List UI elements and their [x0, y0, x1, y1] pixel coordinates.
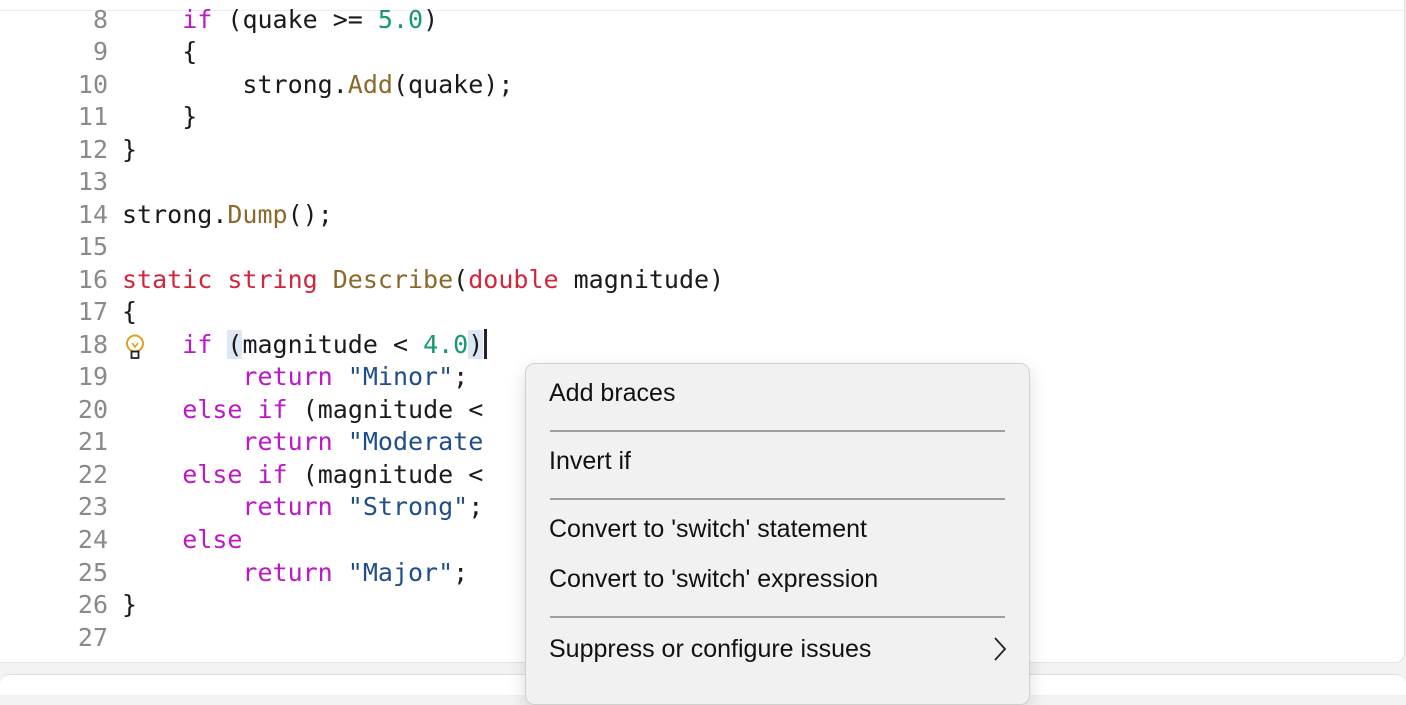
- code-line-13[interactable]: 13: [0, 166, 1404, 198]
- line-number: 21: [77, 427, 108, 456]
- line-code[interactable]: else if (magnitude <: [122, 394, 483, 426]
- line-number: 9: [92, 37, 108, 66]
- line-code[interactable]: {: [122, 296, 137, 328]
- line-code[interactable]: return "Strong";: [122, 491, 483, 523]
- menu-separator: [550, 616, 1005, 618]
- line-number: 18: [77, 330, 108, 359]
- line-code[interactable]: if (magnitude < 4.0): [122, 329, 488, 361]
- line-code[interactable]: }: [122, 101, 197, 133]
- menu-item-suppress-configure[interactable]: Suppress or configure issues: [549, 629, 1007, 669]
- line-number: 14: [77, 200, 108, 229]
- code-line-12[interactable]: 12 }: [0, 134, 1404, 166]
- line-code[interactable]: else: [122, 524, 242, 556]
- line-code[interactable]: }: [122, 589, 137, 621]
- line-code[interactable]: {: [122, 36, 197, 68]
- line-code[interactable]: }: [122, 134, 137, 166]
- quick-actions-menu: Add braces Invert if Convert to 'switch'…: [525, 363, 1030, 705]
- menu-item-add-braces[interactable]: Add braces: [549, 373, 1007, 413]
- code-line-10[interactable]: 10 strong.Add(quake);: [0, 69, 1404, 101]
- menu-item-convert-switch-statement[interactable]: Convert to 'switch' statement: [549, 509, 1007, 549]
- line-number: 23: [77, 492, 108, 521]
- line-number: 10: [77, 70, 108, 99]
- line-code[interactable]: return "Major";: [122, 557, 468, 589]
- line-number: 22: [77, 460, 108, 489]
- line-number: 15: [77, 232, 108, 261]
- line-number: 27: [77, 623, 108, 652]
- menu-item-convert-switch-expression[interactable]: Convert to 'switch' expression: [549, 559, 1007, 599]
- line-code[interactable]: static string Describe(double magnitude): [122, 264, 724, 296]
- code-line-17[interactable]: 17 {: [0, 296, 1404, 328]
- chevron-right-icon: [994, 637, 1007, 661]
- line-number: 19: [77, 362, 108, 391]
- line-number: 16: [77, 265, 108, 294]
- menu-separator: [550, 498, 1005, 500]
- line-code[interactable]: strong.Add(quake);: [122, 69, 513, 101]
- code-line-9[interactable]: 9 {: [0, 36, 1404, 68]
- line-number: 8: [92, 5, 108, 34]
- line-number: 11: [77, 102, 108, 131]
- line-number: 17: [77, 297, 108, 326]
- line-number: 25: [77, 558, 108, 587]
- line-number: 24: [77, 525, 108, 554]
- menu-item-invert-if[interactable]: Invert if: [549, 441, 1007, 481]
- line-number: 12: [77, 135, 108, 164]
- code-line-16[interactable]: 16 static string Describe(double magnitu…: [0, 264, 1404, 296]
- line-code[interactable]: strong.Dump();: [122, 199, 333, 231]
- line-code[interactable]: if (quake >= 5.0): [122, 4, 438, 36]
- line-number: 26: [77, 590, 108, 619]
- code-line-11[interactable]: 11 }: [0, 101, 1404, 133]
- line-code[interactable]: else if (magnitude <: [122, 459, 483, 491]
- line-number: 20: [77, 395, 108, 424]
- line-code[interactable]: return "Moderate: [122, 426, 483, 458]
- line-code[interactable]: return "Minor";: [122, 361, 468, 393]
- code-line-14[interactable]: 14 strong.Dump();: [0, 199, 1404, 231]
- menu-item-label: Suppress or configure issues: [549, 635, 872, 663]
- code-line-18[interactable]: 18 if (magnitude < 4.0): [0, 329, 1404, 361]
- code-line-15[interactable]: 15: [0, 231, 1404, 263]
- menu-separator: [550, 430, 1005, 432]
- code-line-8[interactable]: 8 if (quake >= 5.0): [0, 4, 1404, 36]
- text-caret: [484, 329, 488, 359]
- line-number: 13: [77, 167, 108, 196]
